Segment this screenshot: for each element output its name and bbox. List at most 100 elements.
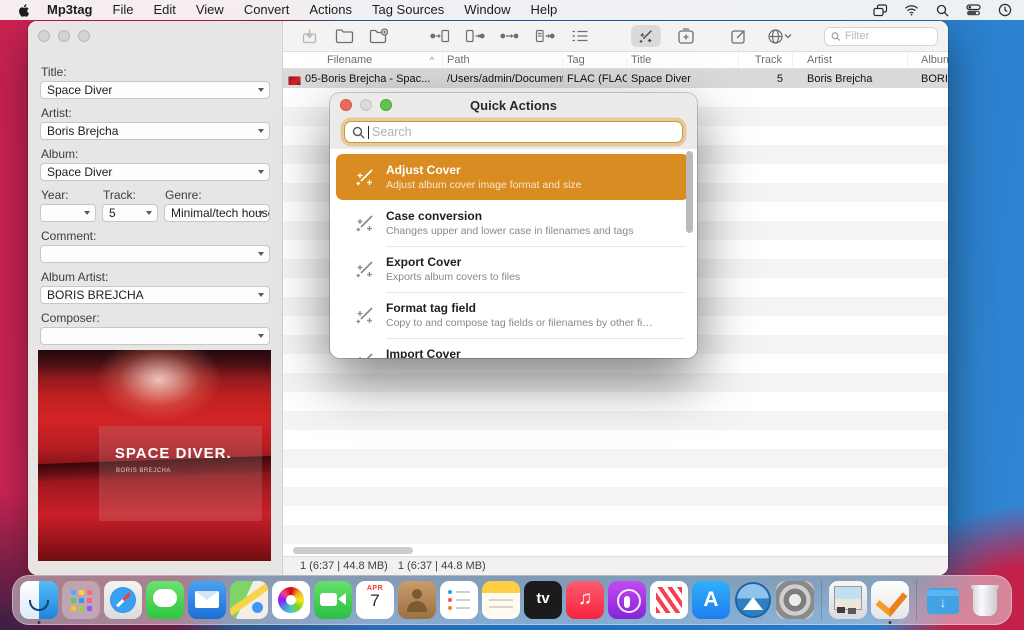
chevron-down-icon	[84, 211, 90, 215]
album-label: Album:	[41, 147, 270, 161]
dock-contacts-icon[interactable]	[398, 581, 436, 619]
table-row[interactable]: 05-Boris Brejcha - Spac... /Users/admin/…	[283, 69, 948, 88]
clock-icon[interactable]	[997, 3, 1012, 18]
dock-reminders-icon[interactable]	[440, 581, 478, 619]
genre-field[interactable]: Minimal/tech house	[164, 204, 270, 222]
dock-mountain-icon[interactable]	[734, 581, 772, 619]
mail-icon	[188, 581, 226, 619]
action-item-format-tag-field[interactable]: Format tag fieldCopy to and compose tag …	[330, 292, 697, 338]
dock-syspref-icon[interactable]	[776, 581, 814, 619]
zoom-button[interactable]	[380, 99, 392, 111]
dock-photos-icon[interactable]	[272, 581, 310, 619]
column-header-filename[interactable]: Filename^	[283, 52, 443, 68]
filter-field[interactable]	[824, 27, 938, 46]
menu-actions[interactable]: Actions	[299, 0, 362, 20]
menu-view[interactable]: View	[186, 0, 234, 20]
action-item-export-cover[interactable]: Export CoverExports album covers to file…	[330, 246, 697, 292]
dock-trash-icon[interactable]	[966, 581, 1004, 619]
close-button[interactable]	[340, 99, 352, 111]
chevron-down-icon	[258, 293, 264, 297]
horizontal-scrollbar-thumb[interactable]	[293, 547, 413, 554]
menu-file[interactable]: File	[103, 0, 144, 20]
tag-list-icon[interactable]	[570, 27, 590, 45]
column-header-track[interactable]: Track	[739, 52, 793, 68]
action-title: Export Cover	[386, 255, 520, 269]
album-field[interactable]: Space Diver	[40, 163, 270, 181]
wifi-icon[interactable]	[904, 3, 919, 18]
album-artist-field[interactable]: BORIS BREJCHA	[40, 286, 270, 304]
change-directory-icon[interactable]	[334, 27, 354, 45]
dock-podcasts-icon[interactable]	[608, 581, 646, 619]
menu-tag-sources[interactable]: Tag Sources	[362, 0, 454, 20]
apple-menu-icon[interactable]	[18, 3, 31, 18]
convert-tag-tag-icon[interactable]	[500, 27, 520, 45]
minimize-button[interactable]	[360, 99, 372, 111]
dock-safari-icon[interactable]	[104, 581, 142, 619]
menu-help[interactable]: Help	[521, 0, 568, 20]
dock-divider	[821, 580, 822, 620]
filter-input[interactable]	[845, 30, 931, 42]
dock-facetime-icon[interactable]	[314, 581, 352, 619]
dock-appstore-icon[interactable]	[692, 581, 730, 619]
column-header-tag[interactable]: Tag	[563, 52, 627, 68]
contacts-icon	[398, 581, 436, 619]
dialog-scrollbar-thumb[interactable]	[686, 151, 693, 233]
compose-icon[interactable]	[728, 27, 748, 45]
dialog-window-controls	[340, 99, 392, 111]
convert-filename-tag-icon[interactable]	[465, 27, 485, 45]
dock-calendar-icon[interactable]: APR7	[356, 581, 394, 619]
news-icon	[650, 581, 688, 619]
status-bar: 1 (6:37 | 44.8 MB) 1 (6:37 | 44.8 MB)	[283, 556, 948, 575]
new-action-icon[interactable]	[676, 27, 696, 45]
zoom-button[interactable]	[78, 30, 90, 42]
dock-mail-icon[interactable]	[188, 581, 226, 619]
menu-window[interactable]: Window	[454, 0, 520, 20]
dock-maps-icon[interactable]	[230, 581, 268, 619]
dock-messages-icon[interactable]	[146, 581, 184, 619]
column-header-album[interactable]: Album	[908, 52, 948, 68]
composer-field[interactable]	[40, 327, 270, 345]
spotlight-icon[interactable]	[935, 3, 950, 18]
add-directory-icon[interactable]	[369, 27, 389, 45]
dialog-search-field[interactable]	[344, 121, 683, 143]
composer-label: Composer:	[41, 311, 270, 325]
artist-field[interactable]: Boris Brejcha	[40, 122, 270, 140]
comment-field[interactable]	[40, 245, 270, 263]
finder-icon	[20, 581, 58, 619]
magic-wand-icon	[344, 258, 386, 280]
dock-pictures-icon[interactable]	[829, 581, 867, 619]
dock-music-icon[interactable]	[566, 581, 604, 619]
dock-launchpad-icon[interactable]	[62, 581, 100, 619]
dock-notes-icon[interactable]	[482, 581, 520, 619]
dock-news-icon[interactable]	[650, 581, 688, 619]
year-field[interactable]	[40, 204, 96, 222]
column-header-title[interactable]: Title	[627, 52, 739, 68]
dialog-search-input[interactable]	[372, 125, 675, 139]
title-field[interactable]: Space Diver	[40, 81, 270, 99]
actions-button-active[interactable]	[631, 25, 661, 47]
web-sources-icon[interactable]	[763, 27, 795, 45]
menu-edit[interactable]: Edit	[143, 0, 185, 20]
minimize-button[interactable]	[58, 30, 70, 42]
control-center-icon[interactable]	[966, 3, 981, 18]
displays-icon[interactable]	[873, 3, 888, 18]
track-field[interactable]: 5	[102, 204, 158, 222]
action-item-import-cover[interactable]: Import CoverImports album covers from fi…	[330, 338, 697, 358]
column-header-path[interactable]: Path	[443, 52, 563, 68]
save-tag-icon[interactable]	[299, 27, 319, 45]
menu-convert[interactable]: Convert	[234, 0, 300, 20]
dock-downloads-icon[interactable]	[924, 581, 962, 619]
menu-mp3tag[interactable]: Mp3tag	[37, 0, 103, 20]
dock-divider	[916, 580, 917, 620]
convert-filename-filename-icon[interactable]	[535, 27, 555, 45]
column-header-artist[interactable]: Artist	[793, 52, 908, 68]
action-item-case-conversion[interactable]: Case conversionChanges upper and lower c…	[330, 200, 697, 246]
dock-tv-icon[interactable]	[524, 581, 562, 619]
convert-tag-filename-icon[interactable]	[430, 27, 450, 45]
action-item-adjust-cover[interactable]: Adjust CoverAdjust album cover image for…	[336, 154, 689, 200]
close-button[interactable]	[38, 30, 50, 42]
mountain-icon	[734, 581, 772, 619]
album-cover-art[interactable]: SPACE DIVER. BORIS BREJCHA	[38, 350, 271, 561]
dock-mp3tag-icon[interactable]	[871, 581, 909, 619]
dock-finder-icon[interactable]	[20, 581, 58, 619]
